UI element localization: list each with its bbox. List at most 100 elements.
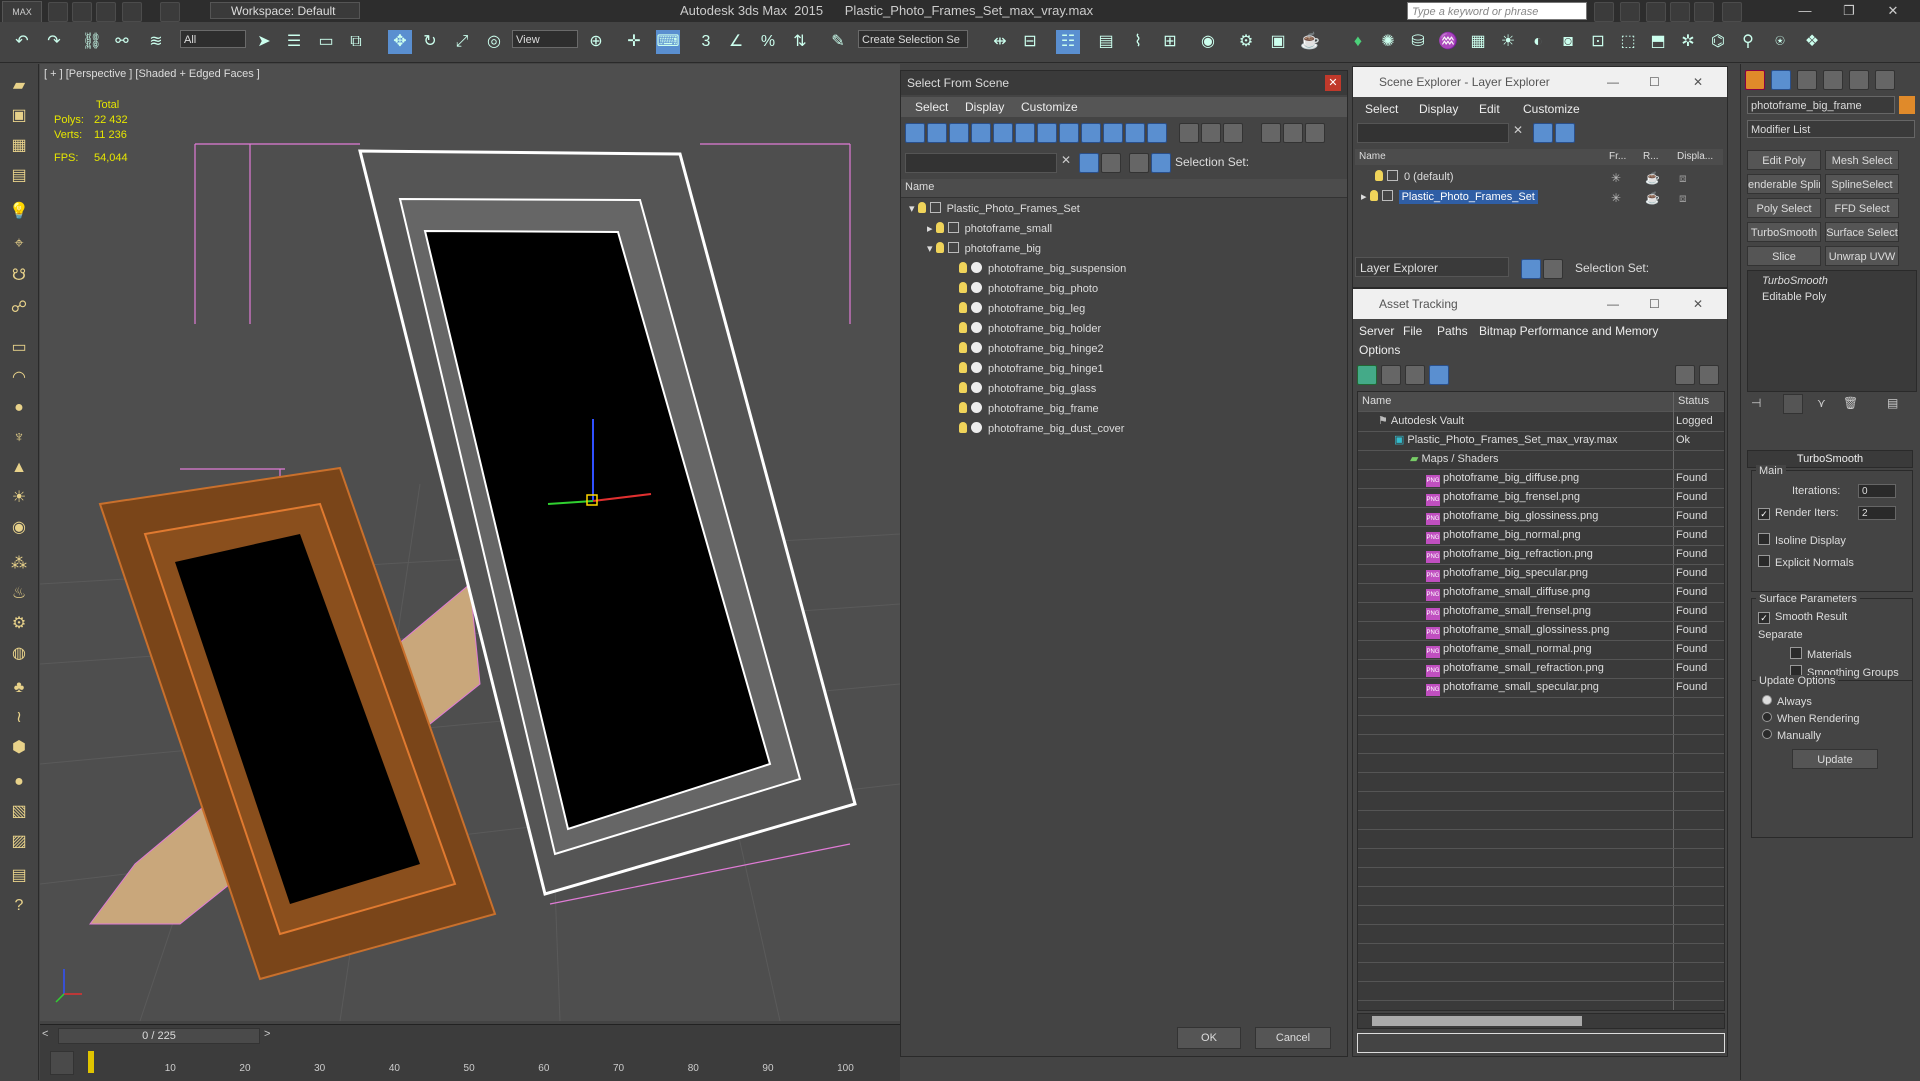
shape-filter-icon[interactable] [927, 123, 947, 143]
when-rendering-radio[interactable] [1762, 712, 1772, 722]
find-case-icon[interactable] [1101, 153, 1121, 173]
col-render[interactable]: R... [1643, 151, 1659, 162]
asset-row[interactable]: PNG photoframe_small_glossiness.png Found [1358, 621, 1724, 641]
menu-display[interactable]: Display [1419, 102, 1458, 116]
tree-group-big[interactable]: ▾ photoframe_big [927, 239, 1041, 259]
display-tab-icon[interactable] [1849, 70, 1869, 90]
tree-object-row[interactable]: photoframe_big_hinge1 [959, 359, 1104, 379]
pattern-icon[interactable]: ▧ [6, 800, 32, 824]
render-iters-checkbox[interactable]: ✓ [1758, 508, 1770, 520]
lightbulb-icon[interactable] [935, 242, 944, 253]
stone-icon[interactable]: ⬢ [6, 736, 32, 760]
help-icon[interactable] [1722, 2, 1742, 22]
asset-path-field[interactable] [1357, 1033, 1725, 1053]
lightbulb-icon[interactable] [917, 202, 926, 213]
display-box-icon[interactable]: ⧈ [1679, 171, 1687, 186]
mirror-icon[interactable]: ⇹ [988, 30, 1012, 54]
menu-server[interactable]: Server [1359, 324, 1394, 338]
collapse-icon[interactable]: ▾ [909, 203, 918, 215]
timeline-next-icon[interactable]: > [264, 1028, 270, 1040]
configure-sets-icon[interactable]: ▤ [1887, 396, 1898, 410]
close-icon[interactable]: ✕ [1693, 75, 1703, 89]
stack-item-turbosmooth[interactable]: TurboSmooth [1762, 275, 1828, 287]
star-icon[interactable] [1670, 2, 1690, 22]
keyboard-shortcut-override-icon[interactable]: ⌨ [656, 30, 680, 54]
always-radio[interactable] [1762, 695, 1772, 705]
tools-icon[interactable] [1620, 2, 1640, 22]
asset-row[interactable]: PNG photoframe_big_specular.png Found [1358, 564, 1724, 584]
freeze-icon[interactable]: ✳ [1611, 191, 1621, 205]
menu-display[interactable]: Display [965, 100, 1004, 114]
explicit-normals-row[interactable]: Explicit Normals [1758, 555, 1854, 569]
cone-icon[interactable]: ▲ [6, 456, 32, 480]
asset-row[interactable]: PNG photoframe_small_normal.png Found [1358, 640, 1724, 660]
asset-row[interactable]: ▣ Plastic_Photo_Frames_Set_max_vray.max Ok [1358, 431, 1724, 451]
spacewarp-filter-icon[interactable] [1015, 123, 1035, 143]
snaps-toggle-icon[interactable]: 3 [694, 30, 718, 54]
help-icon[interactable] [1675, 365, 1695, 385]
frozen-filter-icon[interactable] [1125, 123, 1145, 143]
rotate-icon[interactable]: ↻ [418, 30, 442, 54]
modifier-button[interactable]: SplineSelect [1825, 174, 1899, 194]
make-unique-icon[interactable]: ⋎ [1817, 396, 1826, 410]
container-filter-icon[interactable] [1103, 123, 1123, 143]
tree-object-row[interactable]: photoframe_big_glass [959, 379, 1096, 399]
lightbulb-icon[interactable] [1369, 190, 1378, 201]
curve-editor-icon[interactable]: ⌇ [1126, 30, 1150, 54]
tree-object-row[interactable]: photoframe_big_holder [959, 319, 1101, 339]
vray-capsule-icon[interactable]: ⊡ [1586, 30, 1610, 54]
lightbulb-icon[interactable] [959, 282, 967, 293]
systems-icon[interactable]: ☍ [6, 296, 32, 320]
percent-snap-icon[interactable]: % [756, 30, 780, 54]
lightbulb-icon[interactable] [959, 362, 967, 373]
modifier-button[interactable]: TurboSmooth [1747, 222, 1821, 242]
modifier-button[interactable]: Mesh Select [1825, 150, 1899, 170]
lightbulb-icon[interactable] [935, 222, 944, 233]
vray-sphere-icon[interactable]: ✺ [1376, 30, 1400, 54]
light-icon[interactable]: 💡 [6, 200, 32, 224]
manually-radio[interactable] [1762, 729, 1772, 739]
explorer-type-dropdown[interactable]: Layer Explorer [1355, 257, 1509, 277]
scale-icon[interactable]: ⤢ [450, 30, 474, 54]
asset-row[interactable]: PNG photoframe_big_diffuse.png Found [1358, 469, 1724, 489]
edit-named-selection-icon[interactable]: ✎ [826, 30, 850, 54]
spinner-snap-icon[interactable]: ⇅ [788, 30, 812, 54]
manually-radio-row[interactable]: Manually [1762, 729, 1821, 742]
sphere-icon[interactable]: ● [6, 396, 32, 420]
filter-funnel-icon[interactable] [1261, 123, 1281, 143]
menu-paths[interactable]: Paths [1437, 324, 1468, 338]
ball-icon[interactable]: ◉ [6, 516, 32, 540]
asset-row[interactable]: PNG photoframe_small_specular.png Found [1358, 678, 1724, 698]
clear-filter-icon[interactable]: ✕ [1513, 123, 1523, 137]
lightbulb-icon[interactable] [959, 422, 967, 433]
object-color-swatch[interactable] [1899, 96, 1915, 114]
refresh-icon[interactable] [1357, 365, 1377, 385]
name-column-header[interactable]: Name [901, 179, 1347, 198]
lightbulb-icon[interactable] [959, 302, 967, 313]
col-frozen[interactable]: Fr... [1609, 151, 1626, 162]
new-file-icon[interactable] [48, 2, 68, 22]
material-editor-icon[interactable]: ◉ [1196, 30, 1220, 54]
unlink-icon[interactable]: ⚯ [110, 30, 134, 54]
modifier-button[interactable]: Surface Select [1825, 222, 1899, 242]
maximize-icon[interactable]: ☐ [1649, 297, 1660, 311]
when-rendering-radio-row[interactable]: When Rendering [1762, 712, 1860, 725]
tree-view-icon[interactable] [1405, 365, 1425, 385]
vray-settings-icon[interactable]: ✲ [1676, 30, 1700, 54]
layer-filter-input[interactable] [1357, 123, 1509, 143]
modify-tab-icon[interactable] [1771, 70, 1791, 90]
hidden-filter-icon[interactable] [1147, 123, 1167, 143]
asset-row[interactable]: PNG photoframe_small_refraction.png Found [1358, 659, 1724, 679]
list-options-icon[interactable] [1305, 123, 1325, 143]
bind-space-warp-icon[interactable]: ≋ [144, 30, 168, 54]
layer-row-default[interactable]: 0 (default) [1355, 167, 1723, 187]
modifier-button[interactable]: Slice [1747, 246, 1821, 266]
remove-modifier-icon[interactable]: 🗑 [1843, 396, 1858, 410]
grass-icon[interactable]: ♣ [6, 676, 32, 700]
group-filter-icon[interactable] [1037, 123, 1057, 143]
lightbulb-icon[interactable] [959, 382, 967, 393]
smooth-result-checkbox[interactable]: ✓ [1758, 612, 1770, 624]
create-panel-icon[interactable]: ▤ [6, 164, 32, 188]
lightbulb-icon[interactable] [959, 342, 967, 353]
render-iters-row[interactable]: ✓ Render Iters: [1758, 507, 1839, 520]
